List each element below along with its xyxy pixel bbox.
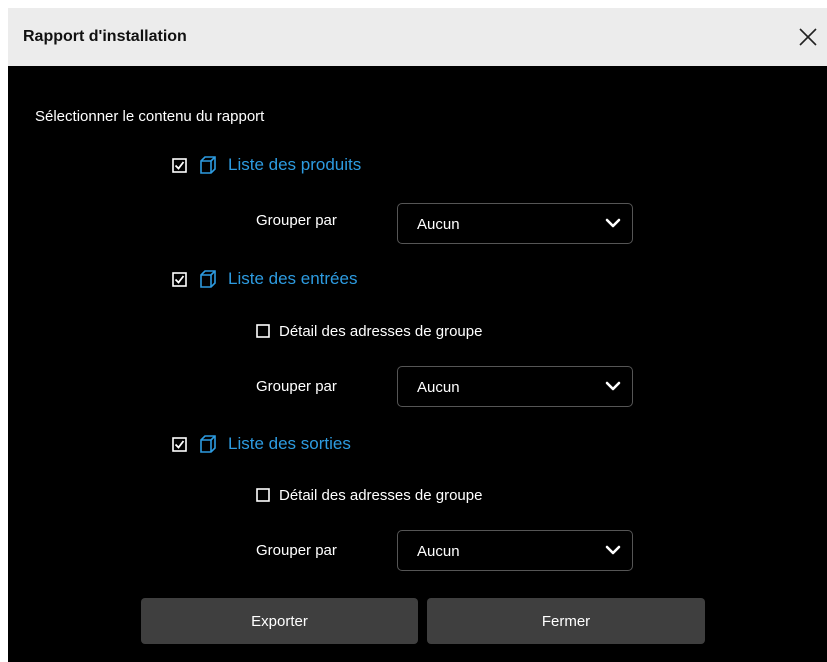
dialog-title: Rapport d'installation [23,28,187,45]
group-by-select-products[interactable]: Aucun [397,203,633,244]
group-by-label: Grouper par [256,378,337,395]
chevron-down-icon [605,545,621,555]
section-outputs[interactable]: Liste des sorties [172,432,351,456]
section-inputs[interactable]: Liste des entrées [172,267,357,291]
detail-label: Détail des adresses de groupe [279,486,483,504]
select-value: Aucun [417,543,460,560]
section-label-inputs: Liste des entrées [228,269,358,288]
dialog-content: Sélectionner le contenu du rapport Liste… [8,66,827,662]
checkbox-checked-icon[interactable] [172,157,187,173]
export-button[interactable]: Exporter [141,598,418,644]
instructions-text: Sélectionner le contenu du rapport [35,108,265,125]
checkbox-unchecked-icon[interactable] [256,324,270,338]
checkbox-checked-icon[interactable] [172,271,187,287]
dialog-titlebar: Rapport d'installation [8,8,827,66]
group-by-label: Grouper par [256,542,337,559]
box-icon [200,270,216,288]
checkbox-unchecked-icon[interactable] [256,488,270,502]
checkbox-checked-icon[interactable] [172,436,187,452]
box-icon [200,156,216,174]
chevron-down-icon [605,381,621,391]
close-button[interactable]: Fermer [427,598,705,644]
select-value: Aucun [417,379,460,396]
section-label-outputs: Liste des sorties [228,434,351,453]
detail-group-addresses-inputs[interactable]: Détail des adresses de groupe [256,320,482,342]
installation-report-dialog: Rapport d'installation Sélectionner le c… [8,8,827,662]
close-icon[interactable] [793,22,823,52]
group-by-select-outputs[interactable]: Aucun [397,530,633,571]
detail-group-addresses-outputs[interactable]: Détail des adresses de groupe [256,484,482,506]
detail-label: Détail des adresses de groupe [279,322,483,340]
select-value: Aucun [417,216,460,233]
chevron-down-icon [605,218,621,228]
section-products[interactable]: Liste des produits [172,153,361,177]
group-by-label: Grouper par [256,212,337,229]
section-label-products: Liste des produits [228,155,362,174]
group-by-select-inputs[interactable]: Aucun [397,366,633,407]
box-icon [200,435,216,453]
